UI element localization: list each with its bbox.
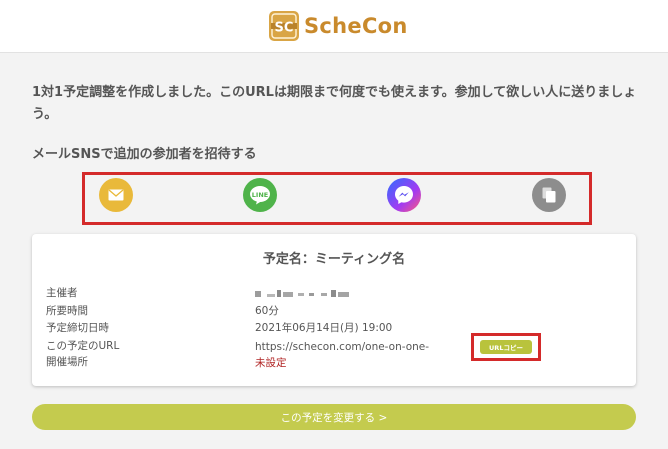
organizer-label: 主催者 [46, 287, 78, 299]
deadline-value: 2021年06月14日(月) 19:00 [255, 322, 393, 334]
logo-text: ScheCon [304, 14, 408, 38]
venue-label: 開催場所 [46, 356, 88, 368]
copy-url-button[interactable]: URLコピー [480, 340, 532, 354]
url-label: この予定のURL [46, 340, 120, 352]
messenger-icon [395, 186, 413, 204]
deadline-label: 予定締切日時 [46, 322, 109, 334]
share-copy-button[interactable] [532, 178, 566, 212]
schecon-logo-icon: SC [269, 11, 299, 41]
schedule-title: 予定名：ミーティング名 [262, 252, 406, 267]
app-header: SC ScheCon [0, 0, 668, 53]
share-buttons-highlight [82, 172, 592, 225]
share-mail-button[interactable] [99, 178, 133, 212]
schedule-card: 予定名：ミーティング名 [32, 234, 636, 386]
share-messenger-button[interactable] [387, 178, 421, 212]
logo-mark-text: SC [275, 21, 294, 36]
share-line-button[interactable]: LINE [243, 178, 277, 212]
envelope-icon [108, 189, 124, 201]
organizer-name-redacted [255, 290, 349, 297]
creation-message: 1対1予定調整を作成しました。このURLは期限まで何度でも使えます。参加して欲し… [32, 85, 637, 122]
copy-icon [542, 187, 556, 203]
schecon-logo[interactable]: SC ScheCon [268, 9, 408, 43]
change-schedule-button[interactable]: この予定を変更する > [32, 404, 636, 430]
duration-label: 所要時間 [46, 305, 88, 317]
venue-value: 未設定 [255, 357, 287, 369]
duration-value: 60分 [255, 305, 279, 317]
invite-heading: メールSNSで追加の参加者を招待する [32, 147, 257, 162]
line-label: LINE [252, 191, 268, 199]
url-value[interactable]: https://schecon.com/one-on-one- [255, 341, 429, 354]
line-icon: LINE [250, 186, 270, 205]
